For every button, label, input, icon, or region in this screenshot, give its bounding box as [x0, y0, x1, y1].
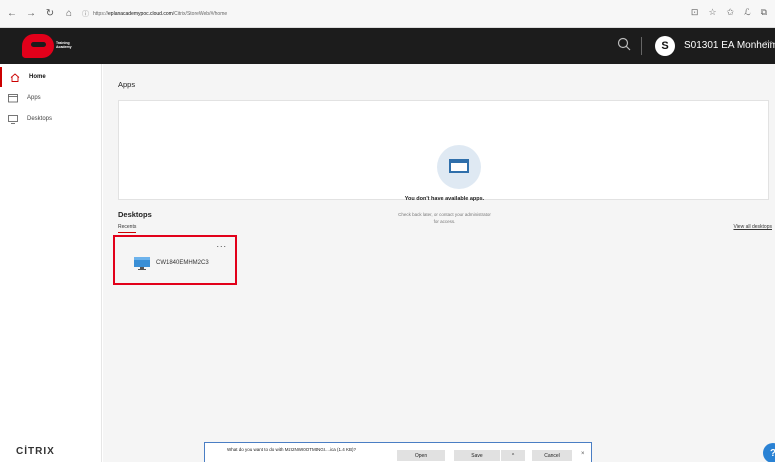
- address-bar[interactable]: ⓘ https:// eplanacademypoc.cloud.com /Ci…: [82, 5, 662, 22]
- download-prompt: What do you want to do with MzI2NWI0OTMt…: [204, 442, 592, 462]
- user-name[interactable]: S01301 EA Monheim: [684, 40, 775, 51]
- favorite-icon[interactable]: ☆: [708, 7, 716, 18]
- search-icon[interactable]: [617, 37, 631, 51]
- notes-icon[interactable]: ℒ: [744, 7, 750, 18]
- back-icon[interactable]: ←: [5, 7, 19, 21]
- logo-text-line2: Academy: [56, 45, 72, 49]
- window-icon: [449, 159, 469, 173]
- apps-section-title: Apps: [118, 80, 136, 89]
- empty-apps-message-line2: for access.: [433, 219, 456, 224]
- feedback-icon[interactable]: ?: [763, 443, 775, 462]
- info-icon[interactable]: ⓘ: [82, 9, 89, 19]
- empty-apps-message: Check back later, or contact your admini…: [119, 211, 770, 225]
- desktop-card[interactable]: ... CW1840EMHM2C3: [113, 235, 237, 285]
- refresh-icon[interactable]: ↻: [43, 7, 57, 21]
- apps-icon: [8, 93, 18, 103]
- empty-apps-message-line1: Check back later, or contact your admini…: [398, 212, 491, 217]
- browser-toolbar: ← → ↻ ⌂ ⓘ https:// eplanacademypoc.cloud…: [0, 0, 775, 28]
- url-domain: eplanacademypoc.cloud.com: [108, 10, 173, 17]
- chevron-down-icon[interactable]: ﹀: [765, 40, 772, 50]
- close-icon[interactable]: ×: [581, 451, 585, 457]
- sidebar-item-label: Home: [29, 74, 46, 80]
- citrix-logo: CİTRIX: [16, 446, 55, 457]
- browser-tools: ⊡ ☆ ✩ ℒ ⧉: [691, 7, 767, 18]
- save-options-button[interactable]: ^: [501, 450, 525, 461]
- header-divider: [641, 37, 642, 55]
- apps-empty-panel: You don't have available apps. Check bac…: [118, 100, 769, 224]
- logo-e-hole: [31, 42, 46, 47]
- url-prefix: https://: [93, 10, 109, 17]
- share-icon[interactable]: ⧉: [761, 7, 767, 18]
- reader-icon[interactable]: ⊡: [691, 7, 699, 18]
- main-content: Apps You don't have available apps. Chec…: [103, 64, 775, 462]
- sidebar: Home Apps Desktops CİTRIX: [0, 64, 102, 462]
- home-icon: [10, 72, 20, 82]
- forward-icon[interactable]: →: [24, 7, 38, 21]
- avatar[interactable]: S: [655, 36, 675, 56]
- sidebar-item-label: Apps: [27, 95, 41, 101]
- app-header: Training Academy S S01301 EA Monheim ﹀: [0, 28, 775, 64]
- logo-text: Training Academy: [56, 41, 80, 49]
- sidebar-item-home[interactable]: Home: [0, 67, 101, 87]
- tab-recents[interactable]: Recents: [118, 224, 137, 233]
- desktop-icon: [8, 114, 18, 124]
- save-button[interactable]: Save: [454, 450, 500, 461]
- training-academy-logo[interactable]: Training Academy: [22, 34, 80, 58]
- sidebar-item-label: Desktops: [27, 116, 53, 122]
- desktops-section-title: Desktops: [118, 210, 152, 219]
- empty-apps-title: You don't have available apps.: [404, 196, 485, 202]
- monitor-icon: [134, 257, 150, 270]
- download-message: What do you want to do with MzI2NWI0OTMt…: [227, 447, 357, 452]
- favorites-icon[interactable]: ✩: [727, 7, 735, 18]
- home-browser-icon[interactable]: ⌂: [62, 7, 76, 21]
- desktop-name: CW1840EMHM2C3: [156, 260, 209, 266]
- sidebar-item-apps[interactable]: Apps: [0, 88, 101, 108]
- empty-apps-illustration: [437, 145, 481, 189]
- view-all-desktops-link[interactable]: View all desktops: [733, 224, 772, 230]
- cancel-button[interactable]: Cancel: [532, 450, 572, 461]
- open-button[interactable]: Open: [397, 450, 445, 461]
- sidebar-item-desktops[interactable]: Desktops: [0, 109, 101, 129]
- more-options-icon[interactable]: ...: [216, 239, 227, 249]
- url-path: /Citrix/StoreWeb/#/home: [172, 10, 228, 17]
